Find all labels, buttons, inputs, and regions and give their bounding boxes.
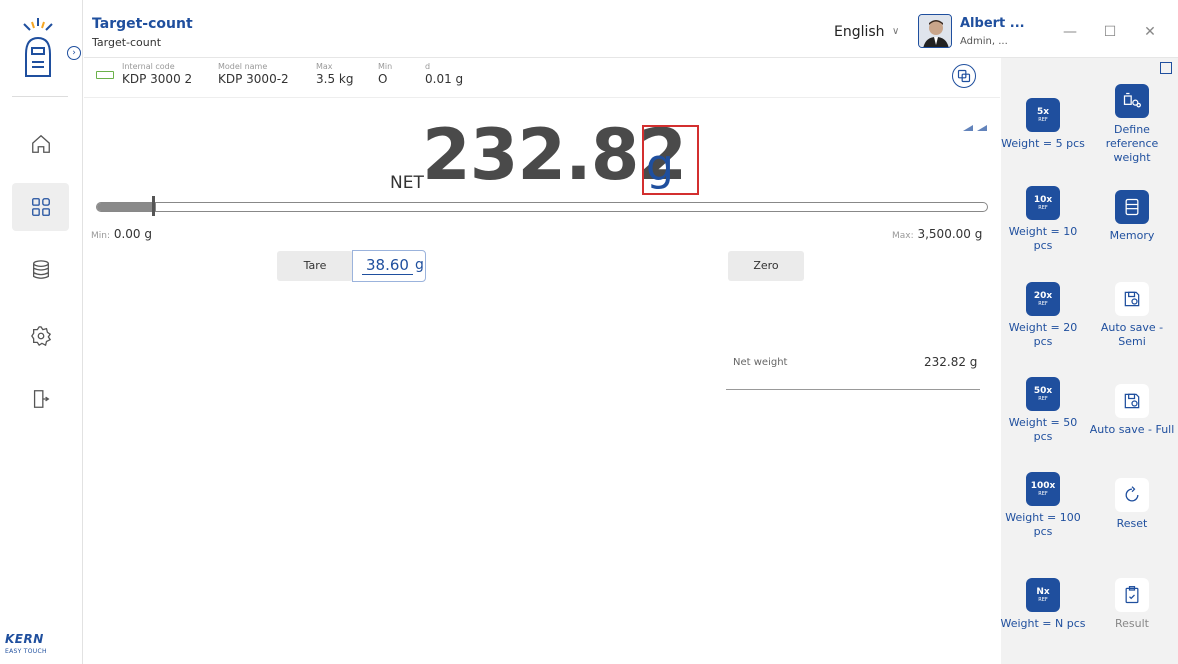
save-full-icon — [1115, 384, 1149, 418]
reset-icon — [1115, 478, 1149, 512]
result-button[interactable]: Result — [1088, 578, 1176, 631]
expand-panel-icon[interactable] — [1160, 62, 1172, 74]
weight-unit[interactable]: g — [646, 140, 674, 191]
capacity-bar — [96, 202, 988, 212]
net-weight-value: 232.82 g — [924, 355, 978, 369]
tare-unit: g — [415, 257, 424, 273]
brand-name: KERN — [5, 632, 44, 646]
nav-settings[interactable] — [12, 312, 69, 360]
page-title: Target-count — [92, 16, 193, 32]
range-max: Max: 3,500.00 g — [892, 227, 983, 241]
auto-save-full-button[interactable]: Auto save - Full — [1083, 384, 1178, 437]
model-name: Model name KDP 3000-2 — [218, 62, 289, 86]
chevron-down-icon: ∨ — [892, 26, 900, 37]
left-sidebar: › KERN EASY TOUCH — [0, 0, 83, 664]
user-name[interactable]: Albert ... — [960, 16, 1025, 31]
nav-home[interactable] — [12, 120, 69, 168]
scale-info-bar: Internal code KDP 3000 2 Model name KDP … — [84, 58, 1000, 98]
expand-sidebar-button[interactable]: › — [67, 46, 81, 60]
result-icon — [1115, 578, 1149, 612]
capacity-bar-marker — [152, 196, 155, 216]
close-button[interactable]: ✕ — [1142, 24, 1158, 40]
minimize-button[interactable]: — — [1062, 24, 1078, 40]
page-subtitle: Target-count — [92, 36, 162, 49]
capacity-bar-fill — [97, 203, 157, 211]
zero-button[interactable]: Zero — [728, 251, 804, 281]
range-min: Min: 0.00 g — [91, 227, 152, 241]
tare-input[interactable]: 38.60 g — [352, 250, 426, 282]
logout-icon — [33, 390, 49, 408]
scale-logo-icon — [23, 18, 53, 77]
copy-icon — [957, 69, 971, 83]
memory-button[interactable]: Memory — [1088, 190, 1176, 243]
sidebar-divider — [12, 96, 68, 97]
net-weight-label: Net weight — [733, 357, 788, 368]
gear-icon — [30, 326, 51, 347]
title-bar: Target-count Target-count English ∨ Albe… — [84, 0, 1178, 58]
weight-10-pcs-button[interactable]: 10x REF Weight = 10 pcs — [999, 186, 1087, 253]
net-weight-divider — [726, 389, 980, 390]
ref-10x-icon: 10x REF — [1026, 186, 1060, 220]
ref-20x-icon: 20x REF — [1026, 282, 1060, 316]
tare-button[interactable]: Tare — [277, 251, 353, 281]
home-icon — [31, 134, 50, 153]
nav-logout[interactable] — [12, 375, 69, 423]
reset-button[interactable]: Reset — [1088, 478, 1176, 531]
connection-icon — [96, 71, 114, 79]
ref-50x-icon: 50x REF — [1026, 377, 1060, 411]
define-reference-weight-button[interactable]: Define reference weight — [1088, 84, 1176, 165]
ref-5x-icon: 5x REF — [1026, 98, 1060, 132]
weight-n-pcs-button[interactable]: Nx REF Weight = N pcs — [999, 578, 1087, 631]
apps-grid-icon — [31, 198, 50, 216]
auto-save-semi-button[interactable]: Auto save - Semi — [1088, 282, 1176, 349]
weight-50-pcs-button[interactable]: 50x REF Weight = 50 pcs — [999, 377, 1087, 444]
nav-database[interactable] — [12, 246, 69, 294]
user-photo-icon — [919, 15, 951, 47]
save-semi-icon — [1115, 282, 1149, 316]
net-label: NET — [390, 173, 424, 193]
define-weight-icon — [1115, 84, 1149, 118]
weight-100-pcs-button[interactable]: 100x REF Weight = 100 pcs — [999, 472, 1087, 539]
weight-20-pcs-button[interactable]: 20x REF Weight = 20 pcs — [999, 282, 1087, 349]
internal-code: Internal code KDP 3000 2 — [122, 62, 193, 86]
brand-tagline: EASY TOUCH — [5, 648, 47, 655]
language-selector[interactable]: English — [834, 24, 885, 40]
signal-icon — [963, 125, 987, 131]
user-role: Admin, ... — [960, 36, 1008, 47]
copy-button[interactable] — [952, 64, 976, 88]
weight-5-pcs-button[interactable]: 5x REF Weight = 5 pcs — [999, 98, 1087, 151]
readability: d 0.01 g — [425, 62, 464, 86]
nav-applications[interactable] — [12, 183, 69, 231]
tare-value[interactable]: 38.60 — [362, 256, 413, 275]
max-capacity: Max 3.5 kg — [316, 62, 354, 86]
ref-nx-icon: Nx REF — [1026, 578, 1060, 612]
maximize-button[interactable]: ☐ — [1102, 24, 1118, 40]
avatar[interactable] — [918, 14, 952, 48]
database-icon — [32, 260, 49, 279]
ref-100x-icon: 100x REF — [1026, 472, 1060, 506]
memory-icon — [1115, 190, 1149, 224]
min-capacity: Min O — [378, 62, 393, 86]
